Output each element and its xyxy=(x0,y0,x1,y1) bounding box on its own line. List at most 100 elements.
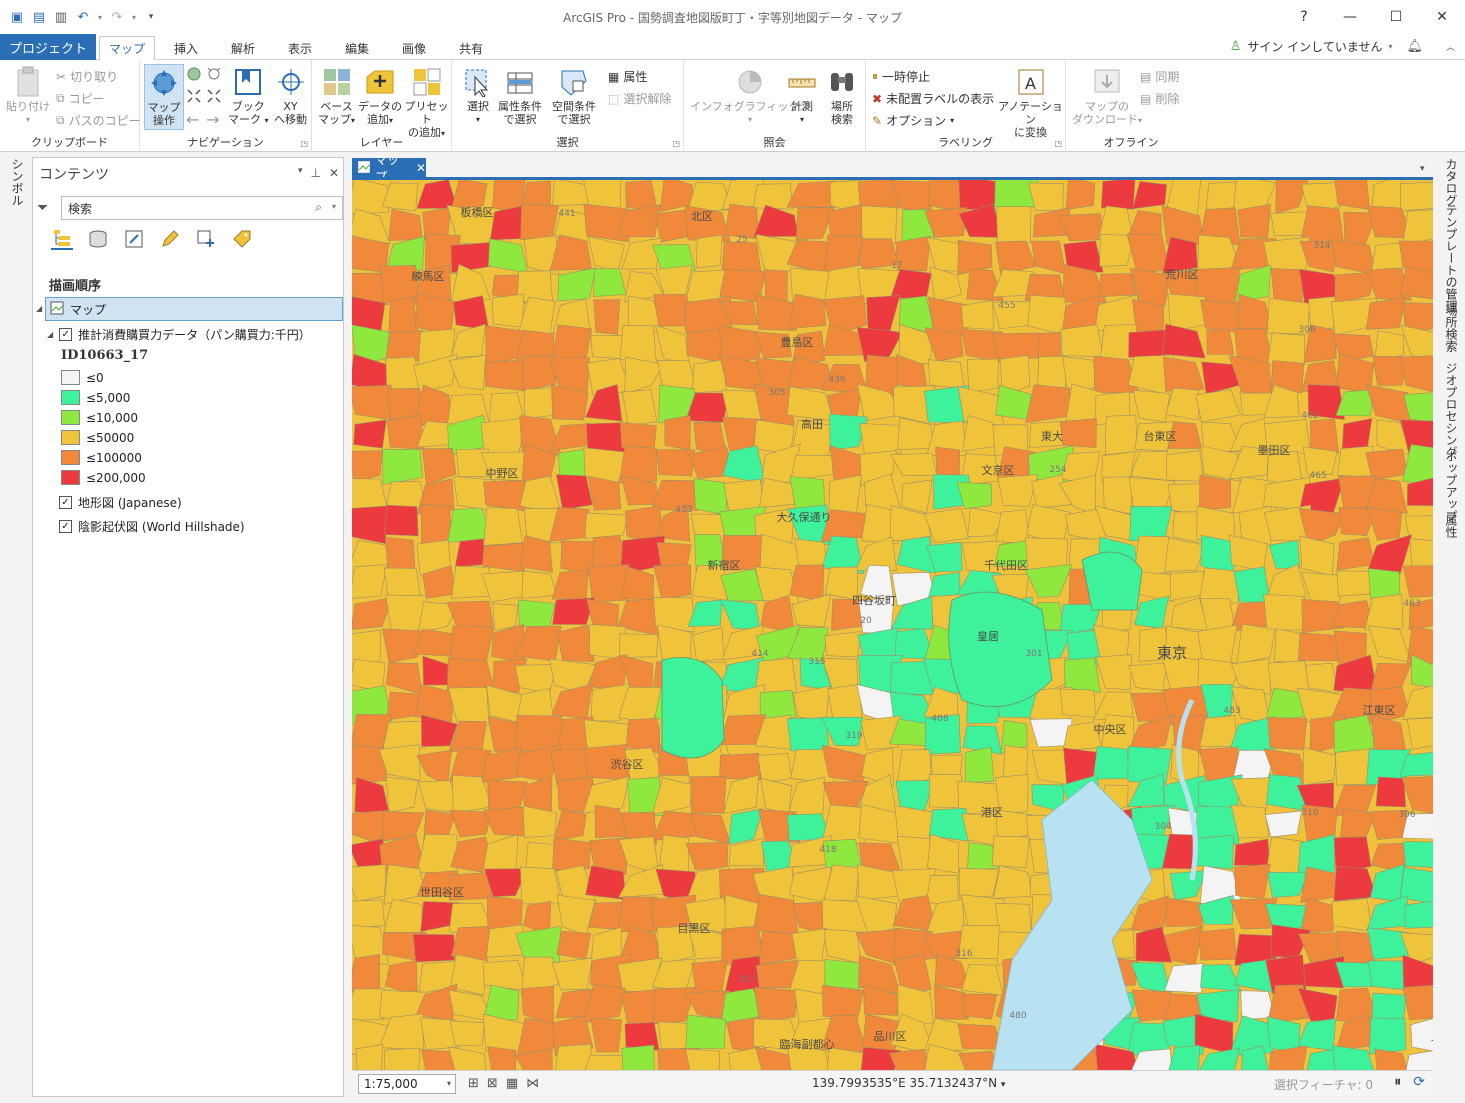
tab-imagery[interactable]: 画像 xyxy=(394,36,434,60)
tab-share[interactable]: 共有 xyxy=(451,36,491,60)
district-polygon[interactable] xyxy=(1400,181,1433,212)
district-polygon[interactable] xyxy=(384,536,416,571)
search-icon[interactable]: ⌕ xyxy=(315,200,322,215)
district-polygon[interactable] xyxy=(1336,537,1375,571)
district-polygon[interactable] xyxy=(1333,866,1378,902)
layer-expand-icon[interactable]: ◢ xyxy=(47,330,53,339)
add-data-button[interactable]: データの 追加▾ xyxy=(358,66,402,127)
district-polygon[interactable] xyxy=(992,865,1033,899)
district-polygon[interactable] xyxy=(695,234,723,268)
measure-button[interactable]: 計測 ▾ xyxy=(786,66,818,126)
district-polygon[interactable] xyxy=(491,293,525,328)
grid-status-icon[interactable]: ⊠ xyxy=(487,1076,498,1091)
district-polygon[interactable] xyxy=(353,419,387,449)
filter-icon[interactable]: ⏷ xyxy=(37,200,48,216)
navigation-launcher-icon[interactable]: ◳ xyxy=(300,139,308,148)
district-polygon[interactable] xyxy=(1371,992,1407,1021)
district-polygon[interactable] xyxy=(552,837,592,871)
district-polygon[interactable] xyxy=(927,834,960,874)
district-polygon[interactable] xyxy=(352,597,393,630)
labeling-view-icon[interactable] xyxy=(231,228,253,250)
district-polygon[interactable] xyxy=(521,570,557,599)
maximize-button[interactable]: ☐ xyxy=(1373,0,1419,34)
district-polygon[interactable] xyxy=(1162,323,1206,359)
district-polygon[interactable] xyxy=(752,183,794,210)
district-polygon[interactable] xyxy=(422,655,452,686)
select-by-attributes-button[interactable]: 属性条件 で選択 xyxy=(498,66,542,126)
district-polygon[interactable] xyxy=(995,509,1030,544)
district-polygon[interactable] xyxy=(1031,240,1067,275)
district-polygon[interactable] xyxy=(752,894,799,935)
district-polygon[interactable] xyxy=(352,384,392,420)
district-polygon[interactable] xyxy=(1025,384,1072,424)
district-polygon[interactable] xyxy=(1128,662,1168,691)
district-polygon[interactable] xyxy=(584,512,629,539)
district-polygon[interactable] xyxy=(483,506,523,546)
district-polygon[interactable] xyxy=(753,204,799,238)
paste-button[interactable]: 貼り付け ▾ xyxy=(6,66,50,126)
district-polygon[interactable] xyxy=(551,957,593,991)
district-polygon[interactable] xyxy=(786,180,836,209)
consumption-layer-checkbox[interactable]: ✓ xyxy=(59,328,73,341)
district-polygon[interactable] xyxy=(1132,181,1167,210)
basemap-button[interactable]: ベース マップ▾ xyxy=(318,66,355,127)
district-polygon[interactable] xyxy=(961,963,1004,996)
district-polygon[interactable] xyxy=(1060,324,1104,357)
district-polygon[interactable] xyxy=(552,180,590,206)
district-polygon[interactable] xyxy=(1132,389,1171,422)
district-polygon[interactable] xyxy=(1297,1018,1336,1052)
tab-insert[interactable]: 挿入 xyxy=(166,36,206,60)
district-polygon[interactable] xyxy=(655,324,690,367)
district-polygon[interactable] xyxy=(1024,564,1073,599)
district-polygon[interactable] xyxy=(382,811,425,842)
district-polygon[interactable] xyxy=(720,599,761,631)
park-area[interactable] xyxy=(661,657,725,759)
district-polygon[interactable] xyxy=(901,479,933,514)
attributes-side-tab[interactable]: 属性 xyxy=(1443,514,1460,538)
open-project-icon[interactable]: ▤ xyxy=(30,8,48,26)
draw-order-view-icon[interactable] xyxy=(51,228,73,250)
district-polygon[interactable] xyxy=(828,474,862,514)
table-status-icon[interactable]: ▦ xyxy=(506,1076,518,1091)
district-polygon[interactable] xyxy=(1164,537,1206,572)
district-polygon[interactable] xyxy=(1165,897,1203,927)
district-polygon[interactable] xyxy=(1371,715,1407,753)
district-polygon[interactable] xyxy=(448,354,487,391)
district-polygon[interactable] xyxy=(556,930,592,960)
pane-menu-icon[interactable]: ▾ xyxy=(298,166,303,180)
district-polygon[interactable] xyxy=(1200,299,1242,333)
district-polygon[interactable] xyxy=(821,744,867,783)
district-polygon[interactable] xyxy=(416,833,458,874)
district-polygon[interactable] xyxy=(1402,685,1433,720)
copy-path-button[interactable]: ⧉ パスのコピー xyxy=(56,112,141,129)
district-polygon[interactable] xyxy=(517,599,556,628)
district-polygon[interactable] xyxy=(791,927,828,964)
district-polygon[interactable] xyxy=(685,1048,721,1070)
district-polygon[interactable] xyxy=(1410,1017,1433,1052)
district-polygon[interactable] xyxy=(1335,389,1375,417)
selection-launcher-icon[interactable]: ◳ xyxy=(672,139,680,148)
district-polygon[interactable] xyxy=(1267,717,1308,751)
district-polygon[interactable] xyxy=(664,415,691,451)
hillshade-basemap-checkbox[interactable]: ✓ xyxy=(59,520,72,533)
pane-close-icon[interactable]: ✕ xyxy=(329,166,339,180)
district-polygon[interactable] xyxy=(653,564,692,600)
district-polygon[interactable] xyxy=(1237,203,1272,239)
district-polygon[interactable] xyxy=(1059,418,1097,449)
district-polygon[interactable] xyxy=(964,746,994,784)
district-polygon[interactable] xyxy=(1401,776,1433,814)
district-polygon[interactable] xyxy=(758,931,797,966)
district-polygon[interactable] xyxy=(556,894,596,936)
district-polygon[interactable] xyxy=(789,293,827,329)
district-polygon[interactable] xyxy=(866,295,901,334)
full-extent-icon[interactable] xyxy=(186,66,202,82)
district-polygon[interactable] xyxy=(352,864,387,902)
district-polygon[interactable] xyxy=(691,959,728,997)
close-button[interactable]: ✕ xyxy=(1419,0,1465,34)
district-polygon[interactable] xyxy=(352,450,383,483)
notification-bell-icon[interactable]: 🔔︎ xyxy=(1406,39,1423,54)
convert-to-annotation-button[interactable]: A アノテーション に変換 xyxy=(996,66,1065,139)
collapse-ribbon-icon[interactable]: ︿ xyxy=(1446,40,1455,53)
map-tab-close-icon[interactable]: ✕ xyxy=(416,161,426,175)
district-polygon[interactable] xyxy=(587,236,625,273)
